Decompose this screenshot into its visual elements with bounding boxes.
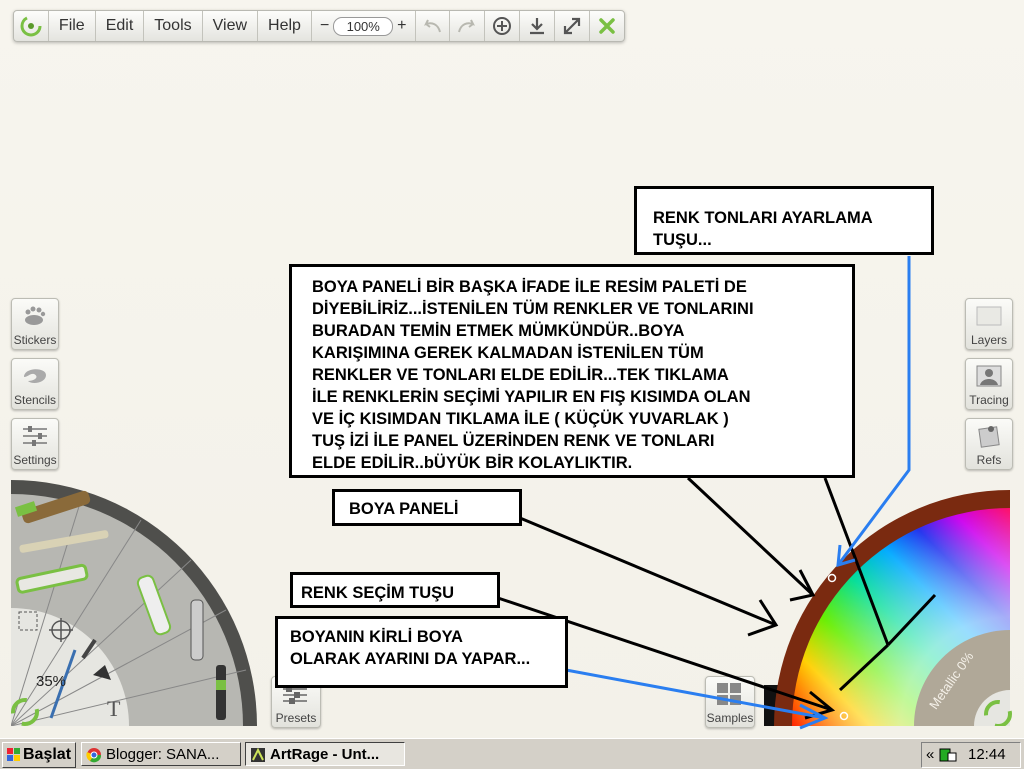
note-line: BURADAN TEMİN ETMEK MÜMKÜNDÜR..BOYA — [312, 322, 685, 340]
start-button[interactable]: Başlat — [2, 742, 76, 768]
note-renk-tonlari: RENK TONLARI AYARLAMA TUŞU... — [634, 186, 934, 255]
note-line: ELDE EDİLİR..bÜYÜK BİR KOLAYLIKTIR. — [312, 454, 633, 472]
note-line: BOYA PANELİ — [349, 500, 459, 518]
artrage-app-icon — [251, 747, 265, 762]
note-line: VE İÇ KISIMDAN TIKLAMA İLE ( KÜÇÜK YUVAR… — [312, 410, 729, 428]
windows-logo-icon — [7, 748, 20, 761]
note-line: DİYEBİLİRİZ...İSTENİLEN TÜM RENKLER VE T… — [312, 300, 754, 318]
note-line: İLE RENKLERİN SEÇİMİ YAPILIR EN FIŞ KISI… — [312, 388, 751, 406]
note-kirli-boya: BOYANIN KİRLİ BOYA OLARAK AYARINI DA YAP… — [275, 616, 568, 688]
note-line: BOYA PANELİ BİR BAŞKA İFADE İLE RESİM PA… — [312, 278, 747, 296]
taskbar-item-blogger[interactable]: Blogger: SANA... — [81, 742, 241, 766]
tray-expand-button[interactable]: « — [926, 743, 934, 767]
chrome-icon — [86, 748, 102, 763]
windows-taskbar: Başlat Blogger: SANA... ArtRage - Unt...… — [0, 738, 1024, 769]
note-line: RENK SEÇİM TUŞU — [301, 584, 455, 602]
note-renk-secim: RENK SEÇİM TUŞU — [290, 572, 500, 608]
note-line: RENK TONLARI AYARLAMA — [653, 209, 873, 227]
system-tray: « 12:44 — [921, 742, 1021, 768]
note-line: TUŞU... — [653, 231, 712, 249]
note-line: RENKLER VE TONLARI ELDE EDİLİR...TEK TIK… — [312, 366, 729, 384]
note-boya-paneli: BOYA PANELİ — [332, 489, 522, 526]
taskbar-item-artrage[interactable]: ArtRage - Unt... — [245, 742, 405, 766]
note-line: TUŞ İZİ İLE PANEL ÜZERİNDEN RENK VE TONL… — [312, 432, 715, 450]
start-label: Başlat — [23, 746, 72, 763]
taskbar-item-label: Blogger: SANA... — [106, 746, 220, 763]
note-boya-paneli-description: BOYA PANELİ BİR BAŞKA İFADE İLE RESİM PA… — [289, 264, 855, 478]
note-line: OLARAK AYARINI DA YAPAR... — [290, 650, 531, 668]
note-line: KARIŞIMINA GEREK KALMADAN İSTENİLEN TÜM — [312, 344, 704, 362]
clock: 12:44 — [968, 746, 1006, 763]
network-tray-icon[interactable] — [939, 747, 957, 763]
note-line: BOYANIN KİRLİ BOYA — [290, 628, 463, 646]
taskbar-item-label: ArtRage - Unt... — [270, 746, 380, 763]
